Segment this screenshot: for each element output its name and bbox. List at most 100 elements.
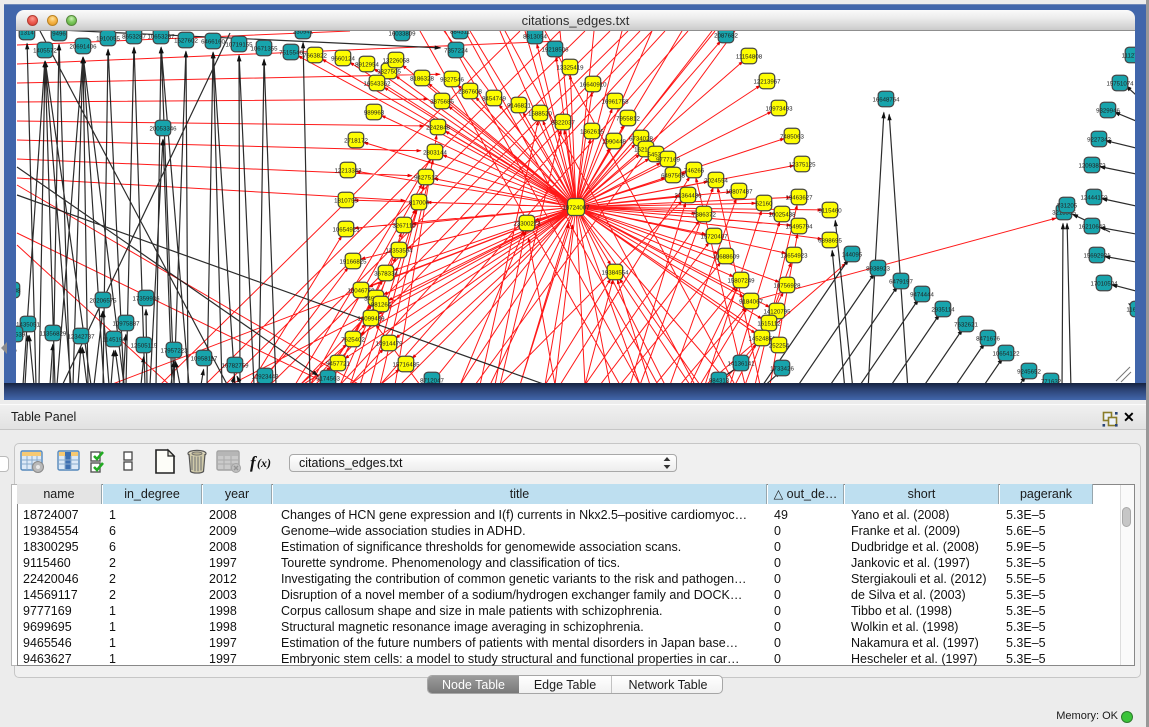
svg-text:13226058: 13226058	[382, 57, 410, 64]
svg-text:2935114: 2935114	[931, 306, 955, 313]
svg-text:16782759: 16782759	[221, 362, 249, 369]
svg-text:17957223: 17957223	[160, 347, 188, 354]
svg-text:10719155: 10719155	[225, 41, 253, 48]
svg-text:1810755: 1810755	[334, 197, 358, 204]
svg-text:6466160: 6466160	[201, 38, 225, 45]
svg-text:10975887: 10975887	[112, 320, 140, 327]
svg-text:15716485: 15716485	[392, 361, 420, 368]
svg-text:8186328: 8186328	[410, 75, 434, 82]
svg-text:8471676: 8471676	[976, 335, 1000, 342]
svg-text:12505115: 12505115	[131, 342, 158, 349]
svg-text:1167533: 1167533	[1126, 306, 1135, 313]
svg-text:15495794: 15495794	[785, 223, 813, 230]
svg-text:1615112: 1615112	[757, 320, 781, 327]
svg-text:23300273: 23300273	[513, 220, 541, 227]
svg-text:10654122: 10654122	[992, 350, 1020, 357]
svg-text:8938923: 8938923	[866, 265, 890, 272]
svg-text:3267110: 3267110	[392, 222, 416, 229]
svg-text:981264: 981264	[371, 301, 392, 308]
svg-text:1990448: 1990448	[602, 138, 626, 145]
svg-text:15692921: 15692921	[1083, 252, 1111, 259]
svg-text:2367608: 2367608	[458, 88, 482, 95]
svg-text:21364436: 21364436	[674, 192, 702, 199]
svg-text:1314: 1314	[20, 31, 34, 36]
svg-text:9227342: 9227342	[1087, 136, 1111, 143]
svg-text:7485063: 7485063	[780, 133, 804, 140]
svg-text:16543362: 16543362	[363, 80, 391, 87]
svg-text:2718172: 2718172	[344, 137, 368, 144]
svg-text:18724007: 18724007	[562, 204, 590, 211]
svg-text:17359936: 17359936	[132, 295, 160, 302]
svg-text:817004: 817004	[409, 199, 430, 206]
svg-text:13325419: 13325419	[556, 64, 584, 71]
svg-text:12375125: 12375125	[788, 161, 816, 168]
svg-text:252254: 252254	[769, 342, 790, 349]
svg-text:16033809: 16033809	[388, 31, 416, 37]
svg-text:10756928: 10756928	[773, 282, 801, 289]
svg-text:144095: 144095	[842, 251, 863, 258]
svg-text:10671355: 10671355	[250, 45, 278, 52]
svg-text:7955812: 7955812	[616, 115, 640, 122]
svg-text:15751074: 15751074	[1106, 80, 1134, 87]
svg-text:8653287: 8653287	[122, 33, 146, 40]
svg-text:12213967: 12213967	[753, 78, 781, 85]
svg-text:12093872: 12093872	[1078, 162, 1106, 169]
svg-text:1145194: 1145194	[102, 336, 126, 343]
svg-text:7625402: 7625402	[341, 336, 365, 343]
svg-text:7515546: 7515546	[279, 49, 303, 56]
svg-text:20206575: 20206575	[89, 297, 117, 304]
svg-text:9245652: 9245652	[1017, 368, 1041, 375]
svg-text:3678334: 3678334	[374, 270, 398, 277]
svg-text:1362615: 1362615	[580, 128, 604, 135]
svg-text:731205: 731205	[1057, 202, 1078, 209]
svg-text:20691406: 20691406	[69, 43, 97, 50]
svg-text:11356829: 11356829	[40, 330, 67, 337]
svg-text:9474444: 9474444	[910, 291, 934, 298]
svg-text:13654923: 13654923	[780, 252, 808, 259]
svg-text:15807249: 15807249	[727, 277, 755, 284]
svg-text:12213343: 12213343	[334, 167, 362, 174]
svg-text:9174563: 9174563	[316, 375, 340, 382]
svg-text:16961758: 16961758	[601, 98, 629, 105]
svg-text:746266: 746266	[684, 167, 705, 174]
svg-text:20053346: 20053346	[149, 125, 177, 132]
svg-text:8322037: 8322037	[551, 119, 575, 126]
svg-text:3024554: 3024554	[704, 177, 728, 184]
svg-text:8712047: 8712047	[420, 377, 444, 383]
svg-text:391539: 391539	[16, 331, 26, 338]
svg-text:10654923: 10654923	[332, 226, 360, 233]
svg-text:884311: 884311	[450, 31, 470, 35]
svg-text:1733426: 1733426	[770, 365, 794, 372]
svg-text:9115460: 9115460	[818, 207, 842, 214]
svg-text:10688609: 10688609	[712, 253, 740, 260]
svg-text:14099489: 14099489	[357, 315, 385, 322]
svg-text:9327505: 9327505	[377, 68, 401, 75]
svg-text:(x): (x)	[257, 456, 271, 470]
svg-text:984313: 984313	[709, 377, 730, 383]
svg-text:1588520: 1588520	[528, 110, 552, 117]
svg-text:8454749: 8454749	[482, 95, 506, 102]
svg-text:1910055: 1910055	[96, 35, 120, 42]
svg-text:12353594: 12353594	[385, 247, 413, 254]
svg-text:16640910: 16640910	[579, 81, 607, 88]
svg-text:14136141: 14136141	[727, 360, 755, 367]
svg-text:10807487: 10807487	[725, 188, 753, 195]
svg-text:10958117: 10958117	[191, 355, 218, 362]
svg-text:1405572: 1405572	[33, 47, 57, 54]
svg-text:9427512: 9427512	[414, 174, 438, 181]
svg-text:15720407: 15720407	[700, 233, 728, 240]
svg-text:7357224: 7357224	[444, 47, 468, 54]
svg-text:16648764: 16648764	[872, 96, 900, 103]
svg-text:12342737: 12342737	[67, 333, 95, 340]
svg-text:771632: 771632	[1041, 378, 1062, 383]
svg-text:9496: 9496	[52, 31, 66, 37]
svg-text:2242848: 2242848	[426, 124, 450, 131]
svg-text:8813054: 8813054	[523, 33, 547, 40]
svg-text:9329946: 9329946	[1096, 107, 1120, 114]
svg-text:3875685: 3875685	[430, 98, 454, 105]
svg-text:989963: 989963	[364, 109, 385, 116]
svg-text:9777169: 9777169	[656, 156, 680, 163]
svg-text:6497568: 6497568	[661, 172, 685, 179]
svg-text:17010504: 17010504	[1090, 280, 1118, 287]
svg-text:14914479: 14914479	[375, 340, 403, 347]
